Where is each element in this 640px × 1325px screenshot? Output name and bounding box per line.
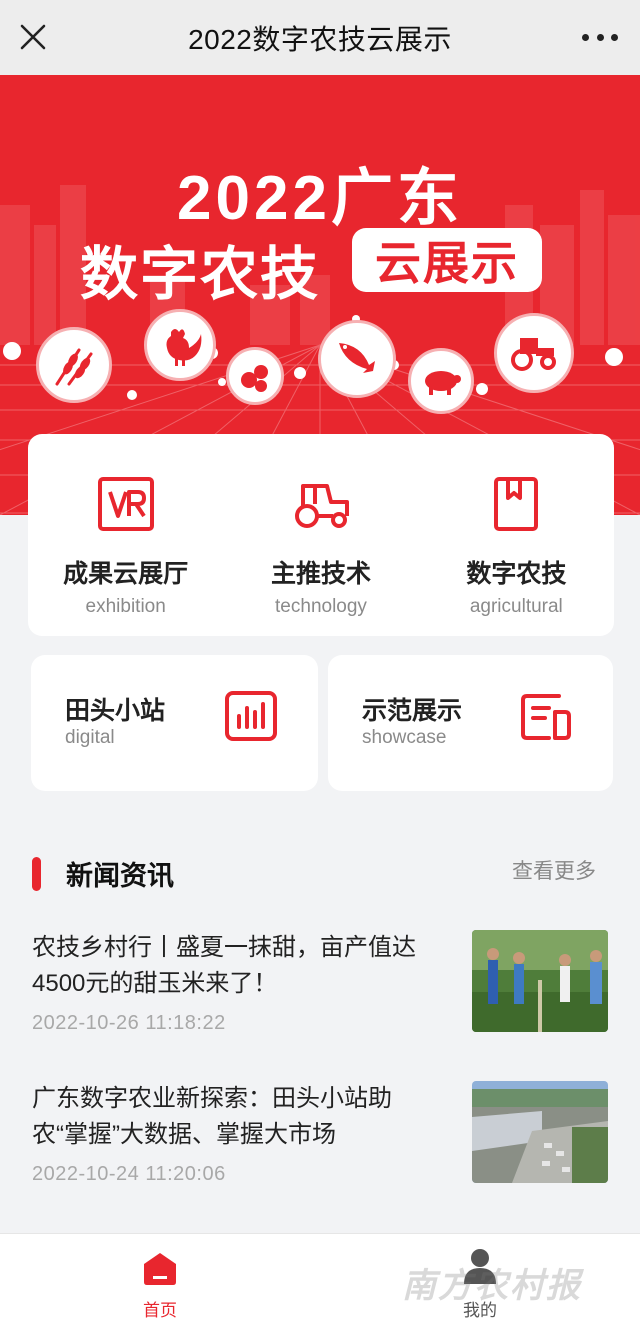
feature-technology[interactable]: 主推技术 technology bbox=[223, 434, 418, 636]
news-thumbnail bbox=[472, 930, 608, 1032]
news-section-header: 新闻资讯 查看更多 bbox=[0, 845, 640, 901]
tractor-icon bbox=[291, 476, 351, 532]
tile-title: 示范展示 bbox=[362, 697, 463, 725]
feature-title: 数字农技 bbox=[466, 560, 567, 588]
news-item[interactable]: 广东数字农业新探索：田头小站助农“掌握”大数据、掌握大市场 2022-10-24… bbox=[32, 1081, 608, 1191]
tab-home-label: 首页 bbox=[143, 1301, 177, 1320]
banner-title-line1: 2022广东 bbox=[177, 164, 463, 233]
view-more-link[interactable]: 查看更多 bbox=[512, 855, 596, 885]
tractor-icon bbox=[494, 313, 574, 393]
news-headline: 广东数字农业新探索：田头小站助农“掌握”大数据、掌握大市场 bbox=[32, 1085, 392, 1148]
page-title: 2022数字农技云展示 bbox=[188, 23, 452, 55]
document-icon bbox=[519, 690, 573, 742]
feature-agricultural[interactable]: 数字农技 agricultural bbox=[419, 434, 614, 636]
feature-title: 主推技术 bbox=[270, 560, 371, 588]
wheat-icon bbox=[36, 327, 112, 403]
more-dots-icon[interactable] bbox=[582, 28, 618, 46]
news-date: 2022-10-24 11:20:06 bbox=[32, 1163, 226, 1185]
tab-home[interactable]: 首页 bbox=[100, 1234, 220, 1325]
feature-title: 成果云展厅 bbox=[63, 560, 189, 588]
pig-icon bbox=[408, 348, 474, 414]
tile-subtitle: showcase bbox=[362, 727, 447, 748]
section-accent-bar bbox=[32, 857, 41, 891]
fish-icon bbox=[318, 320, 396, 398]
bottom-tab-bar: 首页 我的 南方农村报 bbox=[0, 1233, 640, 1325]
feature-card: 成果云展厅 exhibition 主推技术 technology 数字农技 ag… bbox=[28, 434, 614, 636]
news-thumbnail bbox=[472, 1081, 608, 1183]
fruit-icon bbox=[226, 347, 284, 405]
news-headline: 农技乡村行丨盛夏一抹甜，亩产值达4500元的甜玉米来了！ bbox=[32, 934, 416, 997]
rooster-icon bbox=[144, 309, 216, 381]
news-item[interactable]: 农技乡村行丨盛夏一抹甜，亩产值达4500元的甜玉米来了！ 2022-10-26 … bbox=[32, 930, 608, 1040]
vr-icon bbox=[96, 476, 156, 532]
feature-subtitle: agricultural bbox=[469, 596, 563, 617]
home-icon bbox=[140, 1248, 180, 1288]
top-navigation-bar: 2022数字农技云展示 bbox=[0, 0, 640, 75]
tile-digital[interactable]: 田头小站 digital bbox=[31, 655, 318, 791]
news-section-title: 新闻资讯 bbox=[66, 861, 174, 891]
tile-title: 田头小站 bbox=[65, 697, 166, 725]
book-icon bbox=[486, 476, 546, 532]
banner-title-line2: 数字农技 bbox=[80, 242, 321, 307]
feature-subtitle: exhibition bbox=[85, 596, 166, 617]
close-icon[interactable] bbox=[16, 20, 50, 54]
tile-showcase[interactable]: 示范展示 showcase bbox=[328, 655, 613, 791]
banner-pill: 云展示 bbox=[352, 228, 542, 292]
feature-subtitle: technology bbox=[275, 596, 367, 617]
bar-chart-icon bbox=[224, 690, 278, 742]
tile-subtitle: digital bbox=[65, 727, 115, 748]
news-date: 2022-10-26 11:18:22 bbox=[32, 1012, 226, 1034]
watermark: 南方农村报 bbox=[402, 1266, 582, 1306]
feature-exhibition[interactable]: 成果云展厅 exhibition bbox=[28, 434, 223, 636]
